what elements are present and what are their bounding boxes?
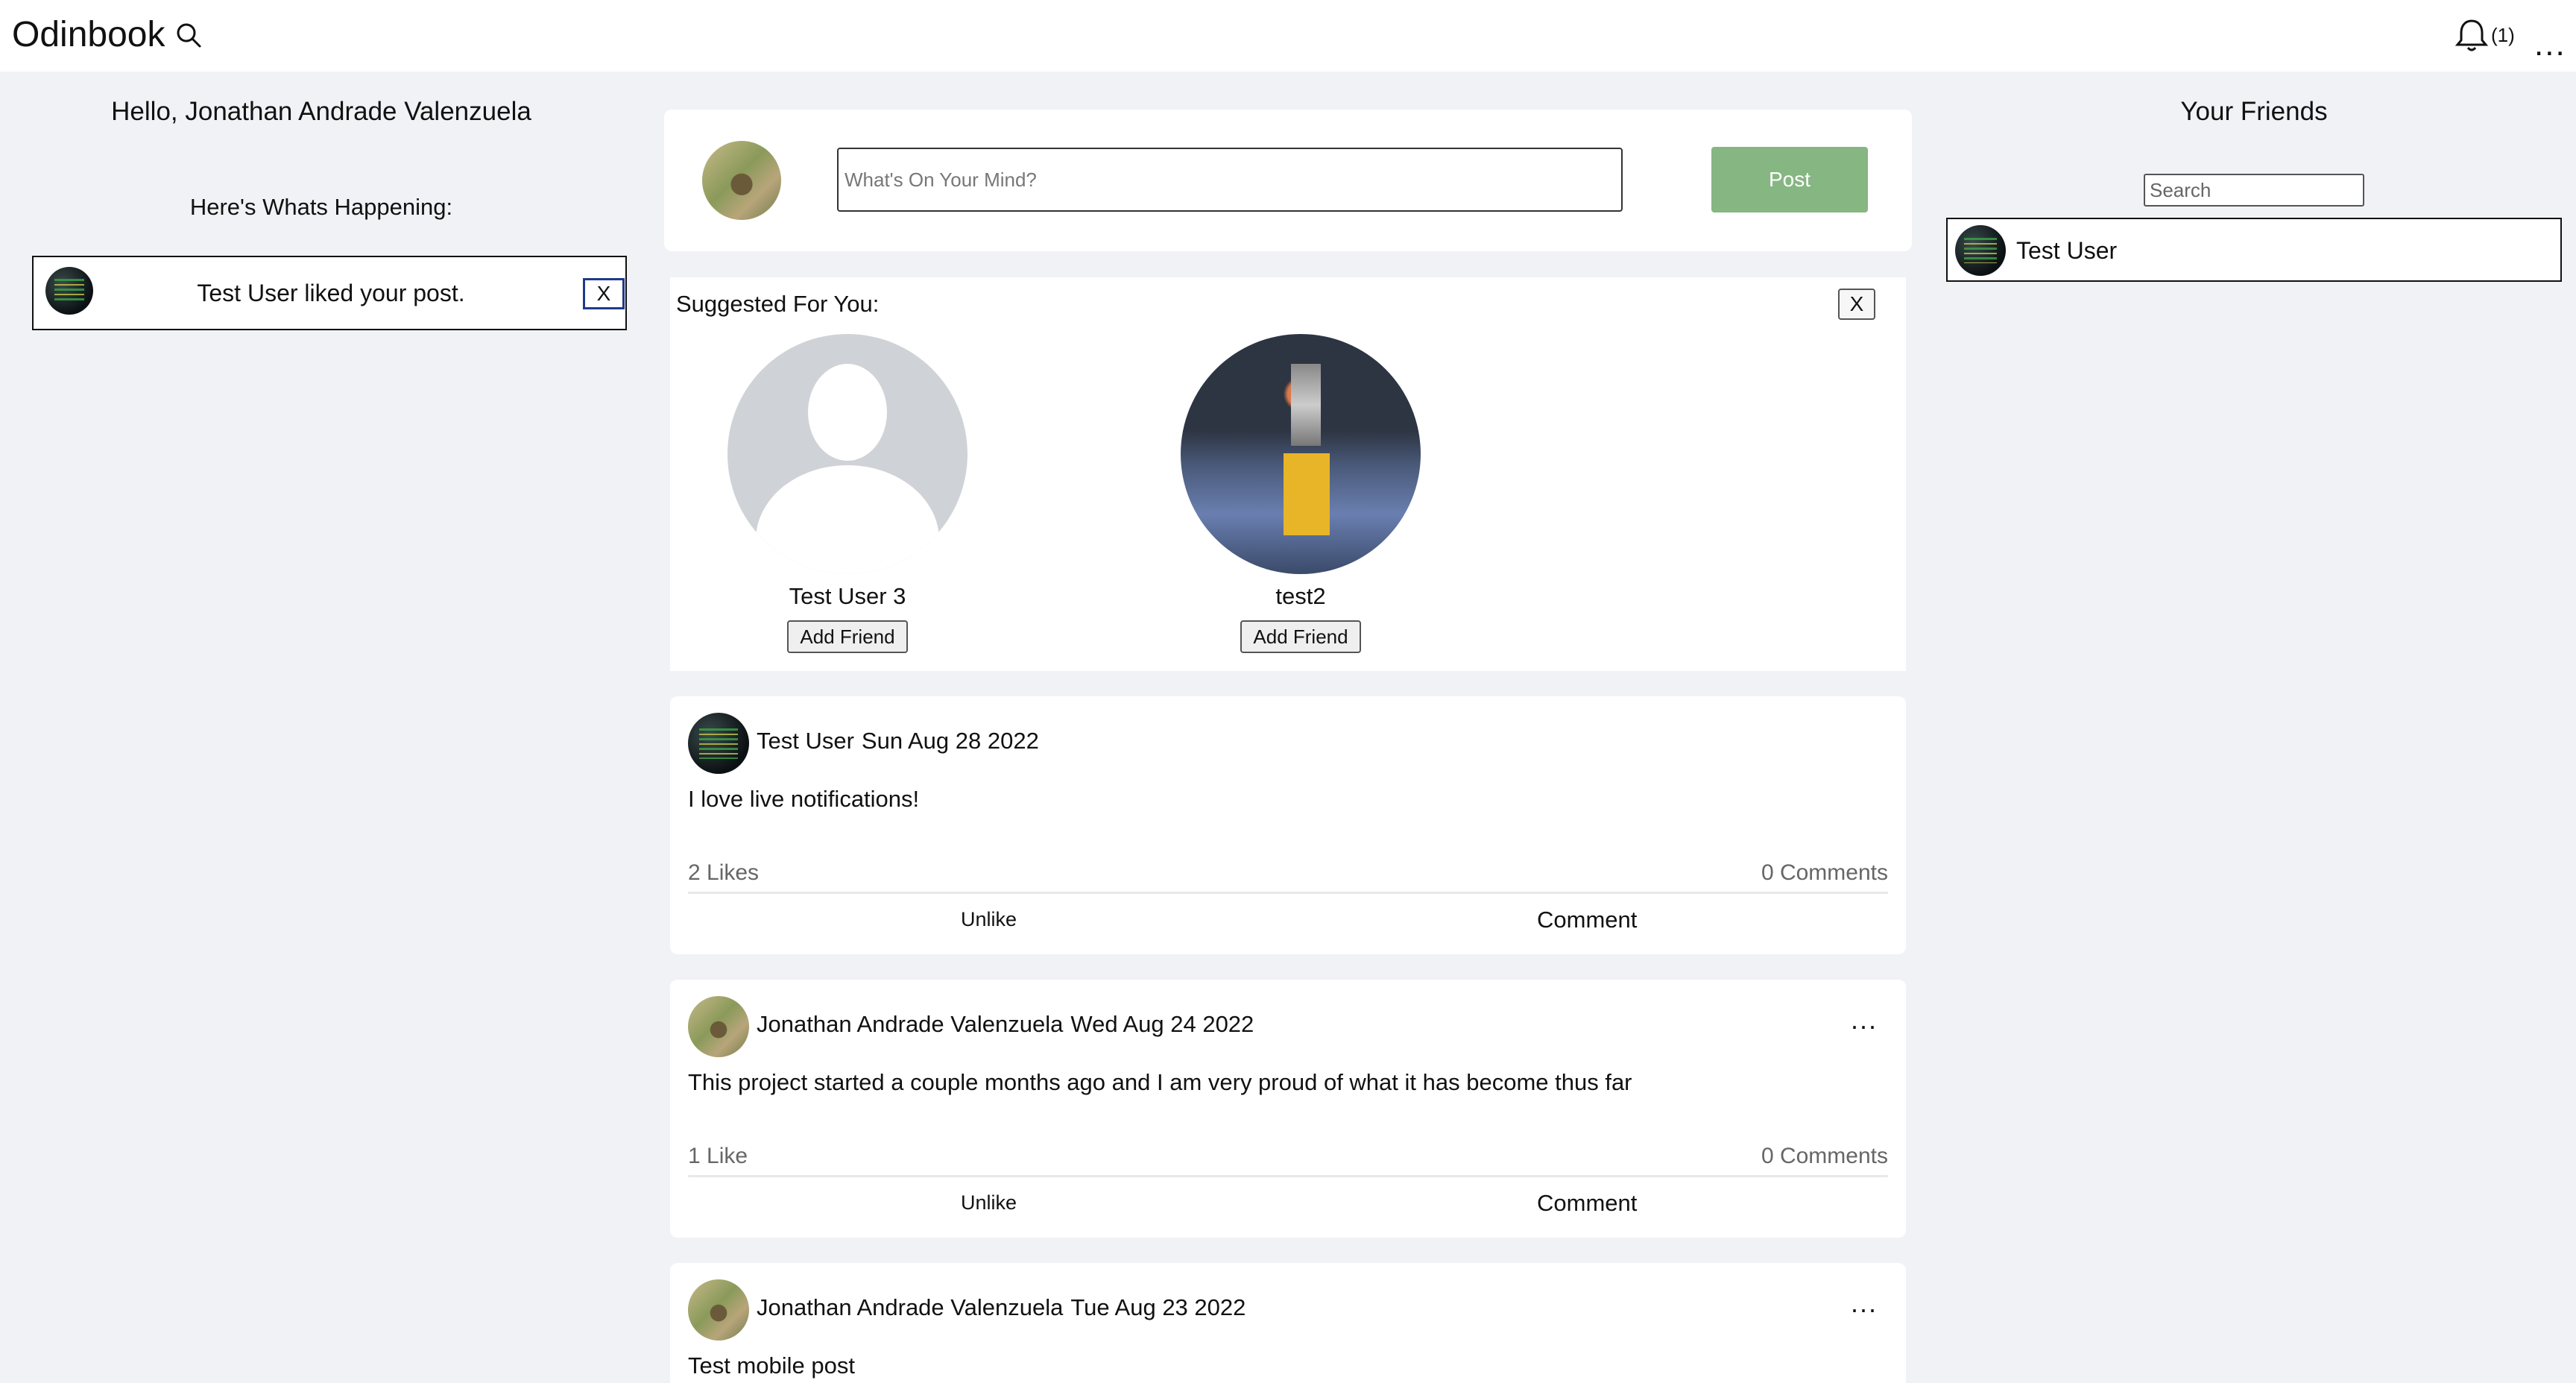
post-body: Test mobile post xyxy=(688,1352,855,1379)
post-date: Tue Aug 23 2022 xyxy=(1070,1294,1246,1320)
friends-search-input[interactable]: Search xyxy=(2144,174,2364,207)
add-friend-button[interactable]: Add Friend xyxy=(787,620,908,653)
unlike-button[interactable]: Unlike xyxy=(961,1191,1017,1215)
post-card: Test User Sun Aug 28 2022 I love live not… xyxy=(670,696,1906,954)
dismiss-notification-button[interactable]: X xyxy=(583,278,625,309)
post-author[interactable]: Jonathan Andrade Valenzuela xyxy=(757,1011,1063,1037)
post-header: Jonathan Andrade Valenzuela Tue Aug 23 20… xyxy=(757,1294,1246,1321)
post-input[interactable]: What's On Your Mind? xyxy=(837,148,1623,212)
post-author[interactable]: Jonathan Andrade Valenzuela xyxy=(757,1294,1063,1320)
profile-picture[interactable] xyxy=(1181,334,1421,574)
suggestions-title: Suggested For You: xyxy=(676,291,880,317)
top-navbar: Odinbook (1) ... xyxy=(0,0,2576,72)
notification-item[interactable]: Test User liked your post. X xyxy=(32,256,627,330)
divider xyxy=(688,892,1888,894)
friend-name: Test User xyxy=(2016,237,2118,264)
post-body: I love live notifications! xyxy=(688,786,920,812)
suggestion-card: test2 Add Friend xyxy=(1178,334,1424,653)
suggestion-name[interactable]: test2 xyxy=(1178,583,1424,610)
comment-button[interactable]: Comment xyxy=(1537,907,1637,933)
post-button[interactable]: Post xyxy=(1711,147,1868,212)
comments-count[interactable]: 0 Comments xyxy=(1761,1144,1888,1169)
suggestion-name[interactable]: Test User 3 xyxy=(724,583,970,610)
post-options-icon[interactable]: ... xyxy=(1851,1006,1878,1033)
divider xyxy=(688,1175,1888,1177)
more-menu-icon[interactable]: ... xyxy=(2534,28,2566,61)
post-composer: What's On Your Mind? Post xyxy=(664,110,1912,251)
comments-count[interactable]: 0 Comments xyxy=(1761,860,1888,886)
close-suggestions-button[interactable]: X xyxy=(1838,289,1875,320)
happening-title: Here's Whats Happening: xyxy=(189,194,453,220)
avatar xyxy=(1955,225,2006,276)
brand[interactable]: Odinbook xyxy=(12,10,203,60)
avatar[interactable] xyxy=(688,1279,749,1341)
avatar xyxy=(702,141,781,220)
post-header: Test User Sun Aug 28 2022 xyxy=(757,728,1039,754)
post-date: Wed Aug 24 2022 xyxy=(1070,1011,1254,1037)
greeting: Hello, Jonathan Andrade Valenzuela xyxy=(111,97,531,126)
brand-logo-text[interactable]: Odinbook xyxy=(12,10,165,60)
bell-icon[interactable] xyxy=(2454,16,2490,54)
notification-text: Test User liked your post. xyxy=(197,280,465,306)
likes-count[interactable]: 2 Likes xyxy=(688,860,759,886)
default-avatar-icon[interactable] xyxy=(727,334,967,574)
notifications-button[interactable]: (1) xyxy=(2454,16,2515,54)
suggestion-card: Test User 3 Add Friend xyxy=(724,334,970,653)
post-author[interactable]: Test User xyxy=(757,728,854,754)
search-icon[interactable] xyxy=(174,20,203,50)
post-card: Jonathan Andrade Valenzuela Tue Aug 23 20… xyxy=(670,1263,1906,1383)
friend-list-item[interactable]: Test User xyxy=(1946,218,2562,282)
comment-button[interactable]: Comment xyxy=(1537,1190,1637,1217)
post-date: Sun Aug 28 2022 xyxy=(861,728,1039,754)
post-header: Jonathan Andrade Valenzuela Wed Aug 24 20… xyxy=(757,1011,1254,1038)
notification-count: (1) xyxy=(2491,23,2515,46)
unlike-button[interactable]: Unlike xyxy=(961,908,1017,931)
suggestions-panel: Suggested For You: X Test User 3 Add Fri… xyxy=(670,277,1906,671)
friends-title: Your Friends xyxy=(2180,97,2328,126)
post-card: Jonathan Andrade Valenzuela Wed Aug 24 20… xyxy=(670,980,1906,1238)
avatar[interactable] xyxy=(688,713,749,774)
post-body: This project started a couple months ago… xyxy=(688,1069,1632,1095)
post-options-icon[interactable]: ... xyxy=(1851,1290,1878,1317)
likes-count[interactable]: 1 Like xyxy=(688,1144,748,1169)
avatar[interactable] xyxy=(688,996,749,1057)
add-friend-button[interactable]: Add Friend xyxy=(1240,620,1361,653)
